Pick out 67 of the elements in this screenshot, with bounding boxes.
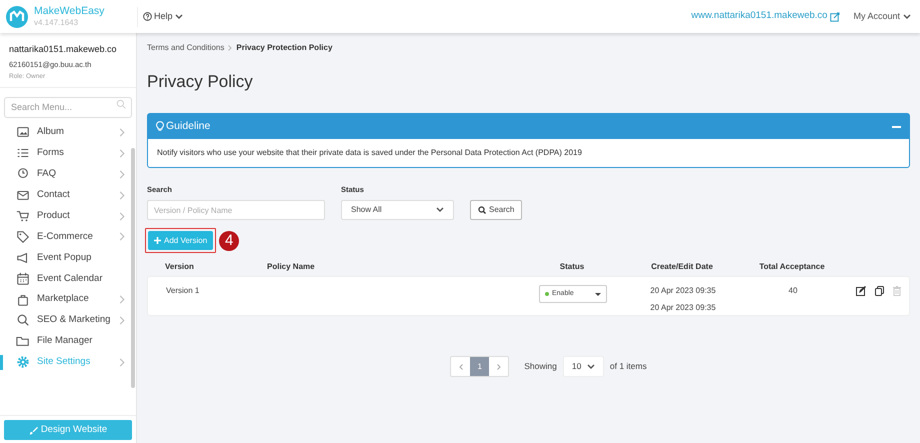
table-cell: 20 Apr 2023 09:35 — [650, 302, 716, 314]
external-link-icon — [830, 12, 840, 22]
column-header: Create/Edit Date — [651, 262, 713, 272]
guideline-title: Guideline — [166, 118, 212, 134]
help-menu[interactable]: Help — [143, 10, 183, 24]
menu-item[interactable]: Event Popup — [0, 247, 131, 268]
caret-icon — [586, 364, 595, 370]
menu-item[interactable]: SEO & Marketing — [0, 310, 131, 331]
menu-item[interactable]: Contact — [0, 184, 131, 206]
edit-icon[interactable] — [856, 286, 866, 296]
table-cell: 20 Apr 2023 09:35 — [650, 285, 716, 298]
settings-icon — [16, 355, 30, 370]
column-header: Policy Name — [267, 262, 315, 272]
caret-icon — [436, 207, 444, 214]
chevron-left-icon — [458, 364, 463, 370]
search-input[interactable]: Version / Policy Name — [147, 200, 325, 220]
menu-item[interactable]: File Manager — [0, 330, 131, 352]
menu-item[interactable]: E-Commerce — [0, 226, 131, 248]
items-count: of 1 items — [610, 360, 647, 374]
search-button[interactable]: Search — [470, 200, 522, 220]
column-header: Total Acceptance — [759, 262, 825, 272]
tag-icon — [16, 230, 30, 244]
breadcrumb-separator-icon — [228, 45, 232, 51]
menu-item[interactable]: Album — [0, 122, 131, 143]
table-cell: 40 — [788, 286, 798, 296]
page-title: Privacy Policy — [147, 71, 254, 93]
account-menu[interactable]: My Account — [853, 10, 911, 24]
folder-icon — [16, 334, 30, 348]
showing-label: Showing — [524, 360, 557, 374]
help-icon — [143, 12, 152, 21]
search-icon — [478, 206, 486, 214]
step-badge: 4 — [219, 230, 240, 251]
site-name: nattarika0151.makeweb.co — [9, 43, 118, 56]
chevron-right-icon — [496, 364, 501, 370]
status-select[interactable]: Show All — [341, 200, 454, 220]
app-version: v4.147.1643 — [34, 16, 80, 28]
page-size-select[interactable]: 10 — [562, 356, 604, 378]
copy-icon[interactable] — [875, 286, 884, 296]
menu-item[interactable]: Product — [0, 206, 131, 226]
menu-item[interactable]: Event Calendar — [0, 268, 131, 290]
megaphone-icon — [16, 250, 30, 265]
lightbulb-icon — [156, 121, 164, 132]
image-icon — [16, 125, 30, 140]
column-header: Status — [560, 262, 584, 272]
search-icon — [116, 99, 126, 109]
search-field[interactable]: Search Menu... — [4, 96, 132, 118]
logo-icon — [6, 6, 28, 28]
menu-item[interactable]: FAQ — [0, 164, 131, 185]
caret-icon — [595, 292, 601, 296]
brush-icon — [28, 426, 38, 434]
caret-icon — [903, 14, 911, 20]
guideline-text: Notify visitors who use your website that their private data is saved under the Personal Data Protection Act (PDPA) 2019 — [157, 147, 583, 159]
caret-icon — [174, 14, 183, 20]
plus-icon — [154, 237, 161, 244]
trash-icon[interactable] — [893, 286, 901, 296]
breadcrumb-item: Privacy Protection Policy — [236, 42, 332, 54]
bag-icon — [16, 292, 30, 307]
search-icon — [16, 313, 30, 328]
column-header: Version — [165, 262, 194, 272]
calendar-icon — [16, 272, 30, 286]
menu-item[interactable]: Marketplace — [0, 289, 131, 310]
app-name: MakeWebEasy — [34, 6, 104, 16]
table-cell: Version 1 — [166, 286, 200, 296]
menu-item[interactable]: Forms — [0, 142, 131, 164]
mail-icon — [16, 188, 30, 202]
breadcrumb-item[interactable]: Terms and Conditions — [147, 42, 224, 54]
cart-icon — [16, 209, 30, 223]
